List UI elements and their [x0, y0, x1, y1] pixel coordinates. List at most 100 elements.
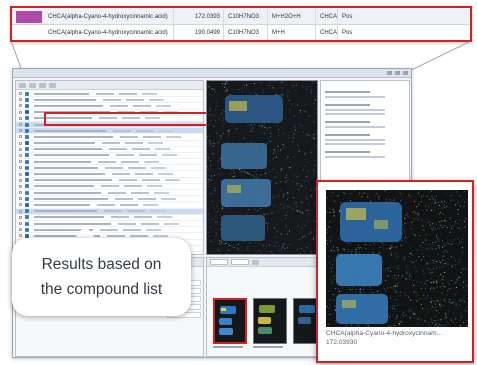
polarity-cell: Pos [337, 9, 367, 24]
enlarged-ms-image[interactable] [326, 190, 468, 327]
checkbox[interactable] [19, 129, 22, 133]
checkbox[interactable] [19, 234, 22, 238]
image-viewer-pane[interactable] [206, 80, 318, 255]
pixel-speckle [336, 230, 338, 232]
pixel-speckle [326, 202, 327, 204]
checkbox[interactable] [19, 116, 22, 120]
pixel-speckle [444, 220, 446, 221]
color-dot [25, 97, 29, 102]
checkbox[interactable] [19, 209, 22, 213]
checkbox[interactable] [19, 228, 22, 232]
pixel-speckle [412, 261, 414, 263]
checkbox[interactable] [19, 166, 22, 170]
checkbox[interactable] [19, 92, 22, 96]
checkbox[interactable] [19, 153, 22, 157]
table-row[interactable]: CHCA(alpha-Cyano-4-hydroxycinnamic acid)… [12, 25, 470, 40]
pixel-speckle [402, 313, 404, 314]
pixel-speckle [447, 281, 449, 283]
minimize-icon[interactable] [387, 71, 392, 75]
pixel-speckle [293, 208, 295, 210]
pixel-speckle [425, 205, 426, 207]
checkbox[interactable] [19, 203, 22, 207]
zoom-icon[interactable] [252, 259, 259, 265]
pixel-speckle [414, 201, 416, 202]
pixel-speckle [295, 85, 297, 87]
tab-images[interactable] [210, 259, 228, 265]
pixel-speckle [413, 280, 415, 282]
pixel-speckle [333, 211, 335, 213]
pixel-speckle [293, 197, 294, 199]
pixel-speckle [446, 321, 448, 323]
checkbox[interactable] [19, 141, 22, 145]
checkbox[interactable] [19, 178, 22, 182]
add-icon[interactable] [19, 82, 26, 88]
pixel-speckle [207, 182, 209, 184]
checkbox[interactable] [19, 98, 22, 102]
pixel-speckle [455, 266, 457, 268]
mz-cell: 172.0393 [173, 9, 223, 24]
pixel-speckle [422, 225, 424, 227]
pixel-speckle [273, 152, 274, 154]
checkbox[interactable] [19, 160, 22, 164]
pixel-speckle [409, 274, 411, 276]
close-icon[interactable] [403, 71, 408, 75]
pixel-speckle [346, 325, 347, 327]
pixel-speckle [451, 266, 453, 268]
pixel-speckle [440, 305, 442, 307]
pixel-speckle [441, 227, 443, 229]
pixel-speckle [436, 280, 438, 282]
pixel-speckle [435, 323, 437, 325]
pixel-speckle [363, 291, 365, 293]
pixel-speckle [308, 115, 310, 117]
pixel-speckle [460, 205, 461, 207]
pixel-speckle [388, 267, 390, 269]
checkbox[interactable] [19, 222, 22, 226]
filter-icon[interactable] [39, 82, 46, 88]
checkbox[interactable] [19, 135, 22, 139]
pixel-speckle [334, 288, 336, 289]
pixel-speckle [296, 248, 298, 250]
pixel-speckle [261, 82, 262, 84]
remove-icon[interactable] [29, 82, 36, 88]
pixel-speckle [395, 246, 397, 248]
pixel-speckle [463, 280, 465, 282]
abbreviation-cell: CHCA [315, 9, 337, 24]
pixel-speckle [417, 318, 419, 320]
pixel-speckle [423, 195, 425, 197]
maximize-icon[interactable] [395, 71, 400, 75]
pixel-speckle [229, 94, 231, 96]
checkbox[interactable] [19, 110, 22, 114]
pixel-speckle [219, 119, 221, 121]
pixel-speckle [414, 234, 416, 236]
tab-overlay[interactable] [231, 259, 249, 265]
row-text [142, 179, 160, 182]
pixel-speckle [459, 204, 461, 206]
checkbox[interactable] [19, 191, 22, 195]
pixel-speckle [216, 141, 218, 143]
thumbnail[interactable] [253, 298, 287, 344]
pixel-speckle [417, 294, 419, 296]
pixel-speckle [292, 131, 294, 133]
pixel-speckle [367, 196, 369, 198]
pixel-speckle [208, 140, 210, 142]
checkbox[interactable] [19, 147, 22, 151]
export-icon[interactable] [49, 82, 56, 88]
checkbox[interactable] [19, 104, 22, 108]
checkbox[interactable] [19, 215, 22, 219]
checkbox[interactable] [19, 172, 22, 176]
table-row[interactable]: CHCA(alpha-Cyano-4-hydroxycinnamic acid)… [12, 9, 470, 25]
pixel-speckle [417, 218, 419, 220]
pixel-speckle [429, 243, 431, 245]
pixel-speckle [444, 286, 446, 288]
pixel-speckle [463, 282, 464, 283]
checkbox[interactable] [19, 123, 22, 127]
pixel-speckle [267, 222, 269, 224]
pixel-speckle [459, 219, 461, 221]
pixel-speckle [412, 211, 414, 213]
thumbnail-selected[interactable] [213, 298, 247, 344]
pixel-speckle [361, 196, 363, 198]
pixel-speckle [248, 209, 250, 211]
checkbox[interactable] [19, 184, 22, 188]
row-text [34, 160, 91, 163]
checkbox[interactable] [19, 197, 22, 201]
